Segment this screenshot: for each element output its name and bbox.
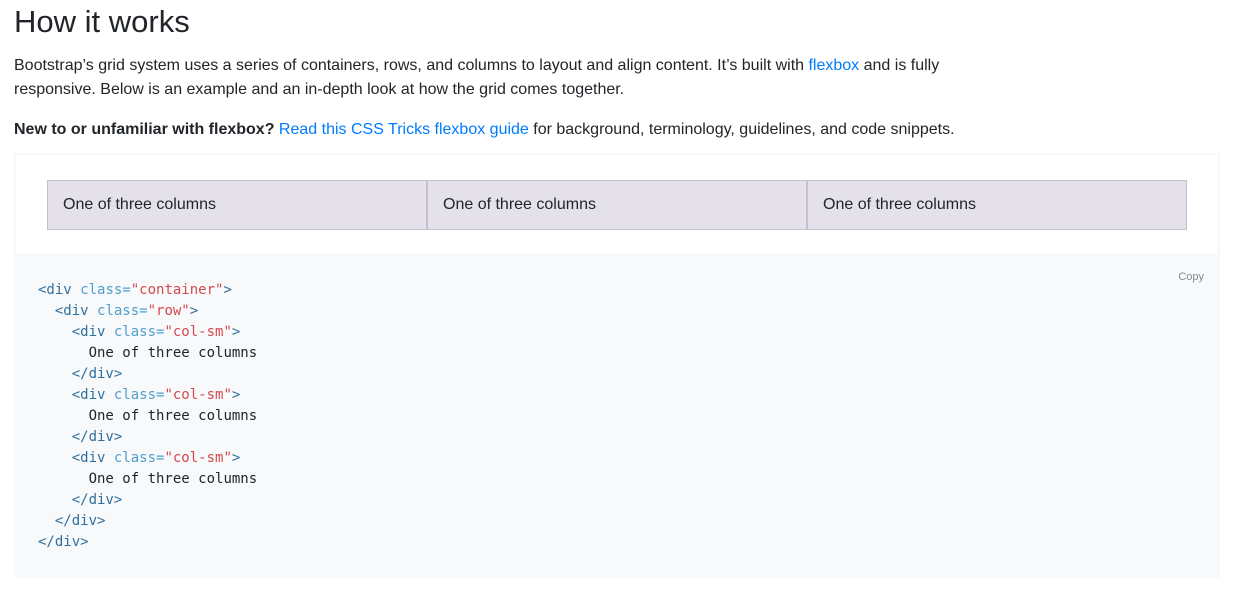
code-attr-token: class=	[97, 303, 148, 319]
code-line: </div>	[38, 534, 89, 550]
code-value-token: "col-sm"	[164, 324, 232, 340]
code-text-token: One of three columns	[88, 345, 258, 361]
copy-button[interactable]: Copy	[1178, 271, 1204, 283]
flexbox-question: New to or unfamiliar with flexbox?	[14, 121, 275, 138]
code-line: <div class="col-sm">	[38, 450, 241, 466]
code-value-token: "container"	[130, 282, 224, 298]
example-row: One of three columns One of three column…	[47, 180, 1187, 230]
code-tag-token: >	[231, 324, 241, 340]
code-attr-token: class=	[113, 387, 165, 403]
code-tag-token: </div>	[71, 492, 123, 508]
code-attr-token: class=	[80, 282, 131, 298]
code-tag-token: <div	[71, 450, 106, 466]
code-value-token: "row"	[147, 303, 190, 319]
intro-text-before-link: Bootstrap’s grid system uses a series of…	[14, 57, 809, 74]
flexbox-link[interactable]: flexbox	[808, 57, 859, 74]
guide-text-after-link: for background, terminology, guidelines,…	[528, 121, 955, 138]
code-tag-token: >	[231, 450, 241, 466]
code-attr-token: class=	[113, 324, 165, 340]
code-line: <div class="col-sm">	[38, 387, 241, 403]
code-text-token: One of three columns	[88, 471, 258, 487]
page-title: How it works	[14, 4, 190, 39]
example-column: One of three columns	[807, 180, 1187, 230]
docs-content: How it works Bootstrap’s grid system use…	[14, 0, 1220, 578]
code-line: One of three columns	[38, 408, 258, 424]
flexbox-guide-paragraph: New to or unfamiliar with flexbox? Read …	[14, 118, 1220, 142]
code-value-token: "col-sm"	[164, 450, 232, 466]
code-tag-token: >	[189, 303, 199, 319]
example-column: One of three columns	[47, 180, 427, 230]
code-line: </div>	[38, 366, 123, 382]
code-line: One of three columns	[38, 471, 258, 487]
code-tag-token: <div	[71, 324, 106, 340]
grid-example: One of three columns One of three column…	[14, 153, 1220, 255]
code-line: </div>	[38, 429, 123, 445]
code-tag-token: >	[231, 387, 241, 403]
code-tag-token: <div	[71, 387, 106, 403]
code-line: </div>	[38, 513, 106, 529]
code-line: One of three columns	[38, 345, 258, 361]
code-value-token: "col-sm"	[164, 387, 232, 403]
code-tag-token: </div>	[54, 513, 106, 529]
code-line: </div>	[38, 492, 123, 508]
code-tag-token: </div>	[38, 534, 89, 550]
code-snippet: Copy <div class="container"> <div class=…	[14, 253, 1220, 578]
code-listing: <div class="container"> <div class="row"…	[38, 280, 257, 553]
code-tag-token: <div	[38, 282, 72, 298]
example-column: One of three columns	[427, 180, 807, 230]
code-attr-token: class=	[113, 450, 165, 466]
code-tag-token: </div>	[71, 429, 123, 445]
code-line: <div class="col-sm">	[38, 324, 241, 340]
code-tag-token: >	[223, 282, 232, 298]
code-line: <div class="container">	[38, 282, 232, 298]
intro-paragraph: Bootstrap’s grid system uses a series of…	[14, 54, 949, 102]
code-line: <div class="row">	[38, 303, 198, 319]
code-tag-token: <div	[54, 303, 89, 319]
css-tricks-guide-link[interactable]: Read this CSS Tricks flexbox guide	[279, 121, 529, 138]
code-text-token: One of three columns	[88, 408, 258, 424]
code-tag-token: </div>	[71, 366, 123, 382]
